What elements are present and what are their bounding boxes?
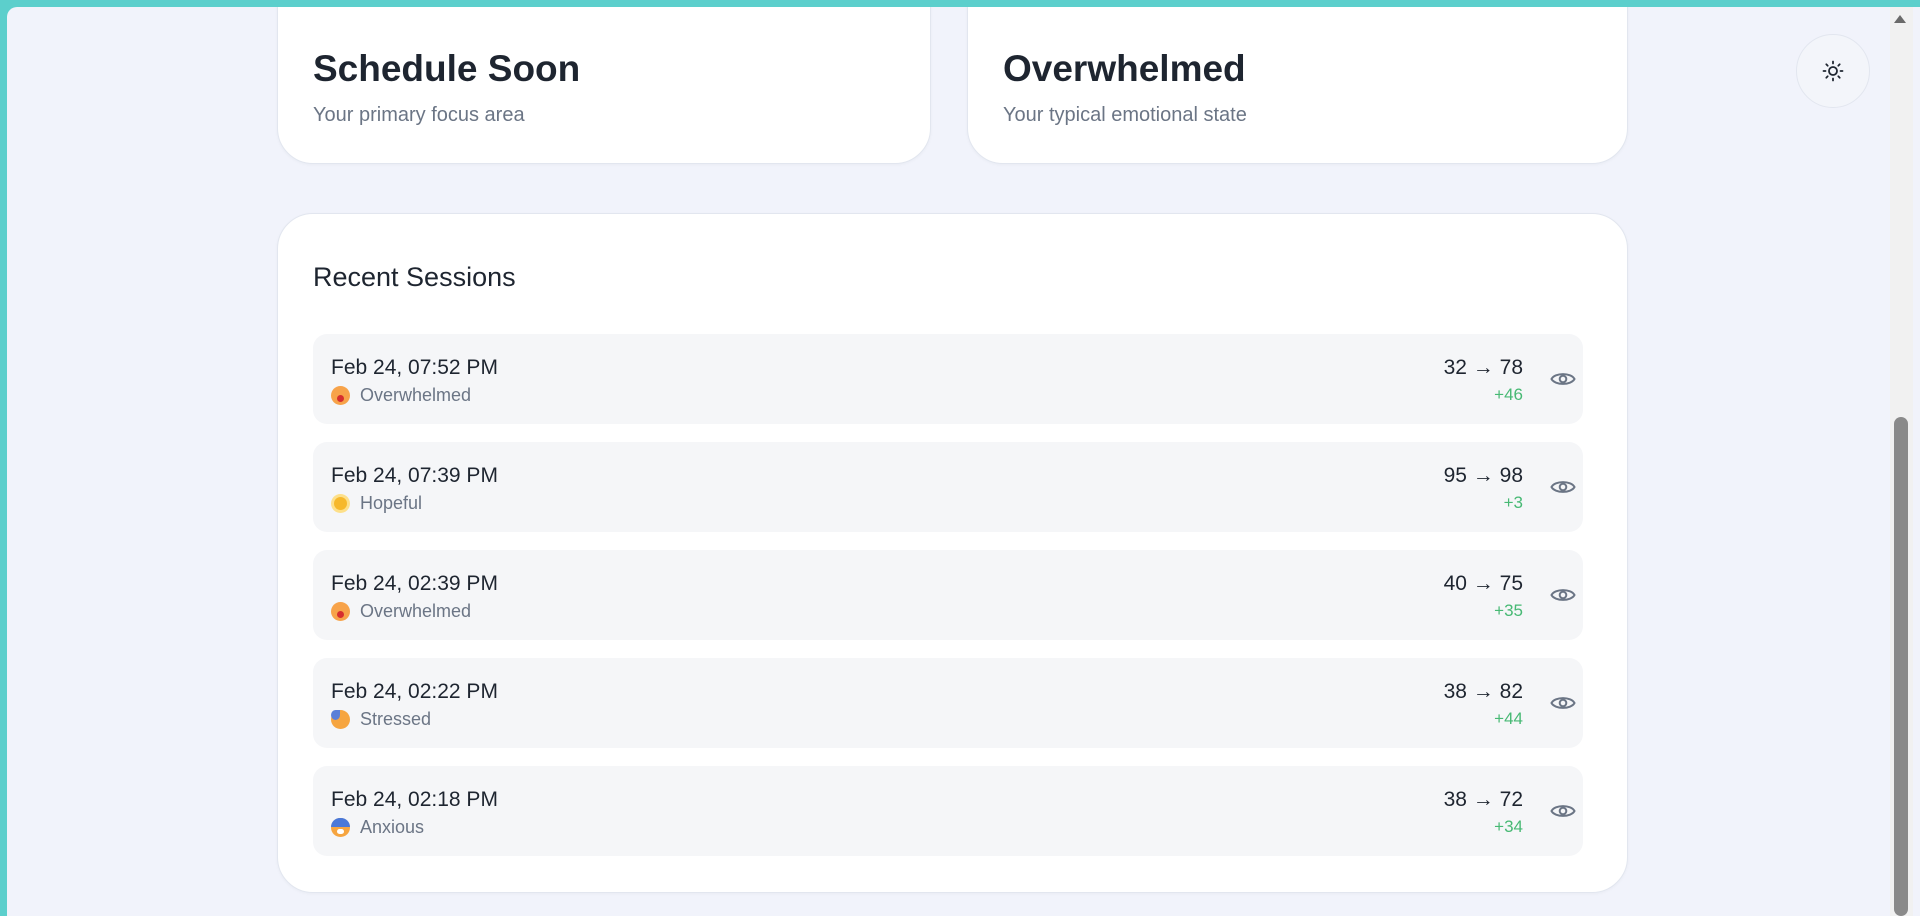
sun-icon <box>1822 60 1844 82</box>
session-date: Feb 24, 02:18 PM <box>331 788 498 811</box>
session-mood-label: Stressed <box>360 709 432 729</box>
overwhelmed-emoji-icon <box>331 386 350 405</box>
session-mood: Overwhelmed <box>331 385 471 406</box>
session-row[interactable]: Feb 24, 02:18 PM Anxious 38 → 72 +34 <box>313 766 1583 856</box>
session-score: 95 → 98 <box>1443 464 1523 487</box>
session-mood: Anxious <box>331 817 424 838</box>
session-date: Feb 24, 07:52 PM <box>331 356 498 379</box>
emotional-state-title: Overwhelmed <box>1003 48 1246 89</box>
eye-icon <box>1550 373 1576 385</box>
session-score: 32 → 78 <box>1443 356 1523 379</box>
session-score: 38 → 72 <box>1443 788 1523 811</box>
session-score: 40 → 75 <box>1443 572 1523 595</box>
session-row[interactable]: Feb 24, 02:39 PM Overwhelmed 40 → 75 +35 <box>313 550 1583 640</box>
recent-sessions-title: Recent Sessions <box>313 262 516 292</box>
theme-toggle-button[interactable] <box>1796 34 1870 108</box>
view-session-button[interactable] <box>1549 473 1577 501</box>
recent-sessions-card: Recent Sessions Feb 24, 07:52 PM Overwhe… <box>277 213 1628 893</box>
session-date: Feb 24, 07:39 PM <box>331 464 498 487</box>
focus-area-title: Schedule Soon <box>313 48 581 89</box>
scrollbar-thumb[interactable] <box>1894 417 1908 916</box>
session-mood-label: Overwhelmed <box>360 601 472 621</box>
session-mood-label: Anxious <box>360 817 425 837</box>
eye-icon <box>1550 805 1576 817</box>
page-scrollbar[interactable] <box>1890 7 1913 916</box>
session-date: Feb 24, 02:39 PM <box>331 572 498 595</box>
view-session-button[interactable] <box>1549 797 1577 825</box>
app-window: Schedule Soon Your primary focus area Ov… <box>7 7 1920 916</box>
session-mood-label: Hopeful <box>360 493 423 513</box>
eye-icon <box>1550 697 1576 709</box>
view-session-button[interactable] <box>1549 581 1577 609</box>
overwhelmed-emoji-icon <box>331 602 350 621</box>
eye-icon <box>1550 481 1576 493</box>
session-mood-label: Overwhelmed <box>360 385 472 405</box>
session-date: Feb 24, 02:22 PM <box>331 680 498 703</box>
session-delta: +3 <box>1503 493 1523 512</box>
scroll-up-arrow-icon[interactable] <box>1894 15 1906 23</box>
session-row[interactable]: Feb 24, 07:52 PM Overwhelmed 32 → 78 +46 <box>313 334 1583 424</box>
session-delta: +34 <box>1494 817 1523 836</box>
focus-area-card: Schedule Soon Your primary focus area <box>277 7 931 164</box>
session-delta: +46 <box>1494 385 1523 404</box>
eye-icon <box>1550 589 1576 601</box>
session-row[interactable]: Feb 24, 02:22 PM Stressed 38 → 82 +44 <box>313 658 1583 748</box>
view-session-button[interactable] <box>1549 365 1577 393</box>
anxious-emoji-icon <box>331 818 350 837</box>
session-mood: Hopeful <box>331 493 422 514</box>
emotional-state-card: Overwhelmed Your typical emotional state <box>967 7 1628 164</box>
session-mood: Stressed <box>331 709 431 730</box>
emotional-state-subtitle: Your typical emotional state <box>1003 104 1247 126</box>
stressed-emoji-icon <box>331 710 350 729</box>
session-mood: Overwhelmed <box>331 601 471 622</box>
view-session-button[interactable] <box>1549 689 1577 717</box>
session-delta: +44 <box>1494 709 1523 728</box>
session-row[interactable]: Feb 24, 07:39 PM Hopeful 95 → 98 +3 <box>313 442 1583 532</box>
focus-area-subtitle: Your primary focus area <box>313 104 525 126</box>
session-delta: +35 <box>1494 601 1523 620</box>
sun-emoji-icon <box>334 497 347 510</box>
session-score: 38 → 82 <box>1443 680 1523 703</box>
